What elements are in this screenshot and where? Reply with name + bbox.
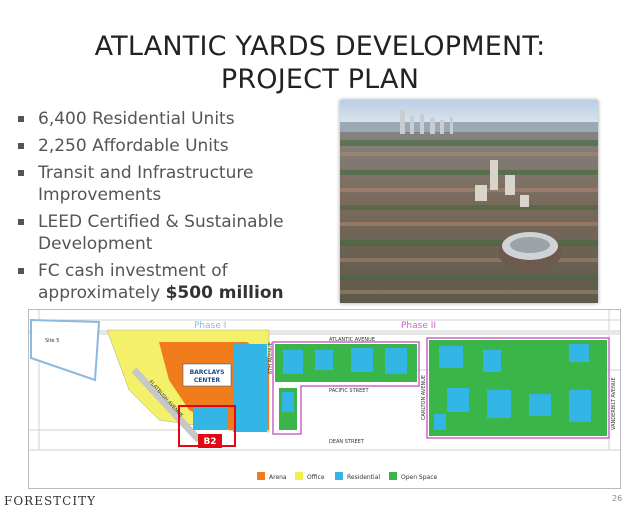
map-legend: Arena Office Residential Open Space (257, 472, 438, 481)
pacific-street-label: PACIFIC STREET (329, 388, 369, 394)
investment-amount: $500 million (165, 283, 284, 303)
bullet-item: 6,400 Residential Units (16, 108, 336, 130)
vanderbilt-avenue-label: VANDERBILT AVENUE (611, 377, 617, 430)
legend-office: Office (307, 474, 325, 481)
site-plan-map: Site 5 BARCLAYS CENTER B2 Phase I Phase … (28, 309, 621, 489)
bullet-list: 6,400 Residential Units 2,250 Affordable… (16, 108, 336, 309)
legend-swatch-office (295, 472, 303, 480)
phase2-label: Phase II (401, 321, 436, 331)
bullet-item: Transit and Infrastructure Improvements (16, 162, 336, 206)
legend-swatch-residential (335, 472, 343, 480)
forest-city-logo: FORESTCITY (4, 494, 97, 508)
carlton-avenue-label: CARLTON AVENUE (421, 375, 427, 420)
slide-title: ATLANTIC YARDS DEVELOPMENT: PROJECT PLAN (0, 30, 640, 96)
title-line-2: PROJECT PLAN (220, 64, 420, 95)
b2-label: B2 (203, 437, 216, 447)
legend-arena: Arena (269, 474, 287, 481)
square-bullet-icon (18, 219, 24, 225)
legend-swatch-arena (257, 472, 265, 480)
page-number: 26 (612, 494, 623, 503)
arena-name-line1: BARCLAYS (190, 369, 225, 376)
square-bullet-icon (18, 170, 24, 176)
title-line-1: ATLANTIC YARDS DEVELOPMENT: (94, 31, 546, 62)
bullet-item: 2,250 Affordable Units (16, 135, 336, 157)
square-bullet-icon (18, 143, 24, 149)
bullet-item: FC cash investment of approximately $500… (16, 260, 336, 304)
atlantic-avenue-label: ATLANTIC AVENUE (329, 337, 375, 343)
legend-swatch-open-space (389, 472, 397, 480)
square-bullet-icon (18, 116, 24, 122)
aerial-photo (340, 100, 598, 303)
dean-street-label: DEAN STREET (329, 439, 365, 445)
square-bullet-icon (18, 268, 24, 274)
site5-label: Site 5 (45, 338, 59, 344)
phase1-label: Phase I (194, 321, 226, 331)
bullet-item: LEED Certified & Sustainable Development (16, 211, 336, 255)
sixth-avenue-label: 6TH AVENUE (268, 342, 274, 374)
legend-open-space: Open Space (401, 474, 438, 481)
legend-residential: Residential (347, 474, 380, 481)
arena-name-line2: CENTER (194, 377, 221, 384)
